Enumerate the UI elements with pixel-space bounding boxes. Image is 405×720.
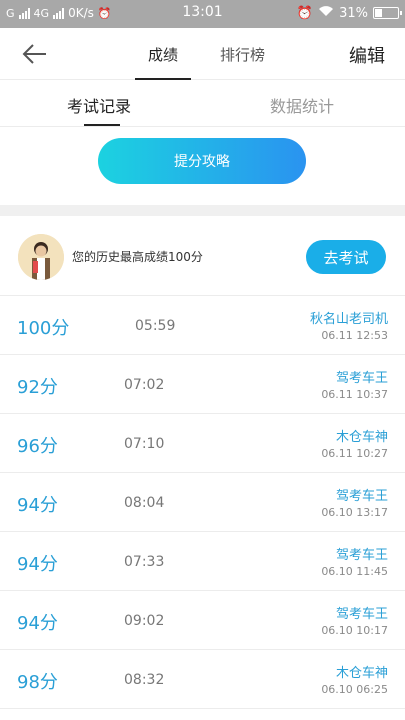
record-row[interactable]: 94分 09:02 驾考车王 06.10 10:17 <box>0 591 405 650</box>
avatar <box>18 234 64 280</box>
status-bar: G 4G 0K/s ⏰ 13:01 ⏰ 31% <box>0 0 405 28</box>
record-row[interactable]: 96分 07:10 木仓车神 06.11 10:27 <box>0 414 405 473</box>
record-date: 06.11 10:37 <box>321 388 388 401</box>
record-duration: 08:04 <box>124 495 165 511</box>
battery-percent: 31% <box>339 5 368 21</box>
record-score: 96分 <box>17 436 58 457</box>
nav-bar: 成绩 排行榜 编辑 <box>0 28 405 80</box>
record-title: 驾考车王 <box>335 548 388 563</box>
alarm-icon-right: ⏰ <box>296 5 314 21</box>
go-exam-button[interactable]: 去考试 <box>306 240 386 274</box>
sub-tabs: 考试记录 数据统计 <box>0 81 405 127</box>
record-row[interactable]: 100分 05:59 秋名山老司机 06.11 12:53 <box>0 296 405 355</box>
record-title: 驾考车王 <box>335 607 388 622</box>
tab-indicator <box>135 78 191 80</box>
record-title: 驾考车王 <box>335 371 388 386</box>
record-title: 木仓车神 <box>335 666 388 681</box>
record-date: 06.11 10:27 <box>321 447 388 460</box>
tab-ranking[interactable]: 排行榜 <box>220 44 265 65</box>
record-title: 驾考车王 <box>335 489 388 504</box>
record-title: 木仓车神 <box>335 430 388 445</box>
record-date: 06.11 12:53 <box>321 329 388 342</box>
wifi-icon <box>318 5 334 21</box>
status-right: ⏰ 31% <box>296 5 402 21</box>
score-tips-button[interactable]: 提分攻略 <box>98 138 306 184</box>
tab-score[interactable]: 成绩 <box>148 44 178 65</box>
record-score: 98分 <box>17 672 58 693</box>
record-duration: 09:02 <box>124 613 165 629</box>
history-best-text: 您的历史最高成绩100分 <box>72 250 203 264</box>
record-date: 06.10 13:17 <box>321 506 388 519</box>
record-duration: 07:02 <box>124 377 165 393</box>
history-best: 您的历史最高成绩100分 去考试 <box>0 216 405 296</box>
battery-icon <box>373 7 402 19</box>
edit-button[interactable]: 编辑 <box>349 42 385 68</box>
record-score: 94分 <box>17 495 58 516</box>
record-date: 06.10 10:17 <box>321 624 388 637</box>
record-date: 06.10 11:45 <box>321 565 388 578</box>
tab-data-stats[interactable]: 数据统计 <box>270 93 334 117</box>
record-date: 06.10 06:25 <box>321 683 388 696</box>
subtab-indicator <box>84 124 120 126</box>
tab-exam-records[interactable]: 考试记录 <box>67 93 131 117</box>
record-row[interactable]: 92分 07:02 驾考车王 06.11 10:37 <box>0 355 405 414</box>
record-row[interactable]: 98分 08:32 木仓车神 06.10 06:25 <box>0 650 405 709</box>
record-row[interactable]: 94分 08:04 驾考车王 06.10 13:17 <box>0 473 405 532</box>
record-duration: 07:10 <box>124 436 165 452</box>
arrow-left-icon <box>22 44 46 64</box>
record-score: 100分 <box>17 318 70 339</box>
record-duration: 08:32 <box>124 672 165 688</box>
section-divider <box>0 205 405 216</box>
record-score: 92分 <box>17 377 58 398</box>
record-duration: 05:59 <box>135 318 176 334</box>
records-list: 100分 05:59 秋名山老司机 06.11 12:53 92分 07:02 驾考车王 06… <box>0 296 405 709</box>
record-score: 94分 <box>17 554 58 575</box>
back-button[interactable] <box>20 40 50 68</box>
record-duration: 07:33 <box>124 554 165 570</box>
record-row[interactable]: 94分 07:33 驾考车王 06.10 11:45 <box>0 532 405 591</box>
record-title: 秋名山老司机 <box>309 312 388 327</box>
record-score: 94分 <box>17 613 58 634</box>
